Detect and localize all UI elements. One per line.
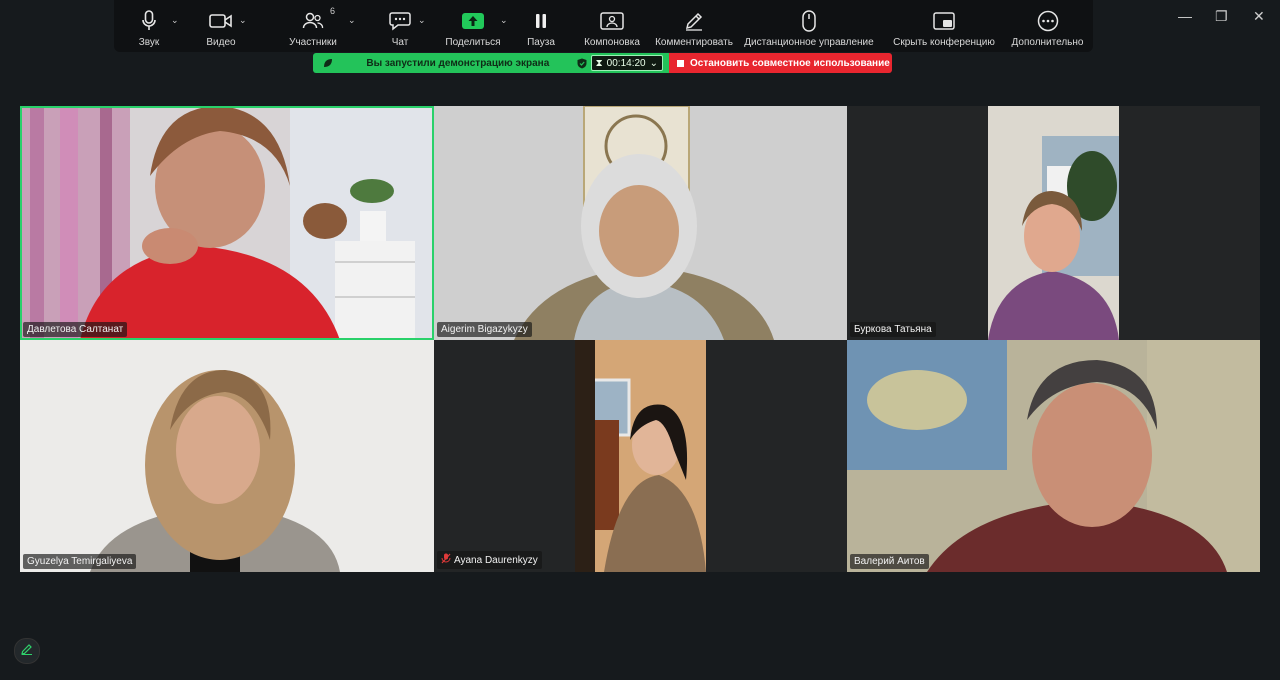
chevron-down-icon[interactable]: ⌄ — [500, 15, 508, 26]
audio-button[interactable]: ⌄ Звук — [114, 0, 184, 52]
picture-in-picture-icon — [933, 8, 955, 34]
share-screen-icon — [462, 8, 484, 34]
chevron-down-icon[interactable]: ⌄ — [171, 15, 179, 26]
video-tile[interactable]: Ayana Daurenkyzy — [434, 340, 847, 572]
participant-video — [20, 340, 434, 572]
shield-check-icon — [573, 58, 591, 69]
pause-share-button[interactable]: Пауза — [514, 0, 568, 52]
layout-icon — [600, 8, 624, 34]
chevron-down-icon[interactable]: ⌄ — [418, 15, 426, 26]
video-tile[interactable]: Давлетова Салтанат — [20, 106, 434, 340]
participant-video — [434, 106, 847, 340]
hourglass-icon: ⧗ — [595, 57, 603, 69]
more-button[interactable]: Дополнительно — [1002, 0, 1093, 52]
floating-annotate-button[interactable] — [14, 638, 40, 664]
microphone-icon — [142, 8, 156, 34]
participant-video — [434, 340, 847, 572]
video-tile[interactable]: Валерий Аитов — [847, 340, 1260, 572]
camera-icon — [209, 8, 233, 34]
leaf-icon — [313, 58, 343, 68]
participants-button[interactable]: 6 ⌄ Участники — [258, 0, 368, 52]
participant-video — [847, 340, 1260, 572]
video-tile[interactable]: Gyuzelya Temirgaliyeva — [20, 340, 434, 572]
participant-name-label: Валерий Аитов — [850, 554, 929, 569]
stop-share-button[interactable]: Остановить совместное использование — [669, 53, 892, 73]
video-tile[interactable]: Aigerim Bigazykyzy — [434, 106, 847, 340]
video-tile[interactable]: Буркова Татьяна — [847, 106, 1260, 340]
chevron-down-icon: ⌄ — [649, 57, 658, 69]
meeting-toolbar: ⌄ Звук ⌄ Видео 6 ⌄ Участники ⌄ Чат ⌄ Под… — [114, 0, 1093, 52]
participants-icon — [302, 8, 324, 34]
close-window-button[interactable]: ✕ — [1253, 8, 1265, 25]
participant-video — [20, 106, 434, 340]
chat-button[interactable]: ⌄ Чат — [368, 0, 432, 52]
muted-microphone-icon — [441, 553, 451, 567]
participant-name-label: Давлетова Салтанат — [23, 322, 128, 337]
participant-name-label: Буркова Татьяна — [850, 322, 936, 337]
video-button[interactable]: ⌄ Видео — [184, 0, 258, 52]
participant-name-label: Aigerim Bigazykyzy — [437, 322, 532, 337]
chat-icon — [389, 8, 411, 34]
participant-video — [847, 106, 1260, 340]
minimize-window-button[interactable]: — — [1178, 8, 1192, 24]
chevron-down-icon[interactable]: ⌄ — [348, 15, 356, 26]
remote-control-button[interactable]: Дистанционное управление — [732, 0, 886, 52]
share-status-text: Вы запустили демонстрацию экрана — [366, 57, 550, 69]
pencil-icon — [684, 8, 704, 34]
more-icon — [1037, 8, 1059, 34]
stop-icon — [677, 59, 684, 67]
mouse-icon — [802, 8, 816, 34]
participant-name-label: Ayana Daurenkyzy — [437, 551, 542, 569]
chevron-down-icon[interactable]: ⌄ — [239, 15, 247, 26]
layout-button[interactable]: Компоновка — [568, 0, 656, 52]
share-timer[interactable]: ⧗ 00:14:20 ⌄ — [590, 55, 663, 71]
participant-name-label: Gyuzelya Temirgaliyeva — [23, 554, 137, 569]
share-screen-button[interactable]: ⌄ Поделиться — [432, 0, 514, 52]
participants-count-badge: 6 — [330, 6, 336, 16]
annotate-button[interactable]: Комментировать — [655, 0, 733, 52]
pencil-icon — [21, 642, 33, 660]
hide-meeting-button[interactable]: Скрыть конференцию — [886, 0, 1002, 52]
restore-window-button[interactable]: ❐ — [1215, 8, 1228, 25]
screen-share-banner: Вы запустили демонстрацию экрана ⧗ 00:14… — [313, 53, 669, 73]
pause-icon — [534, 8, 548, 34]
